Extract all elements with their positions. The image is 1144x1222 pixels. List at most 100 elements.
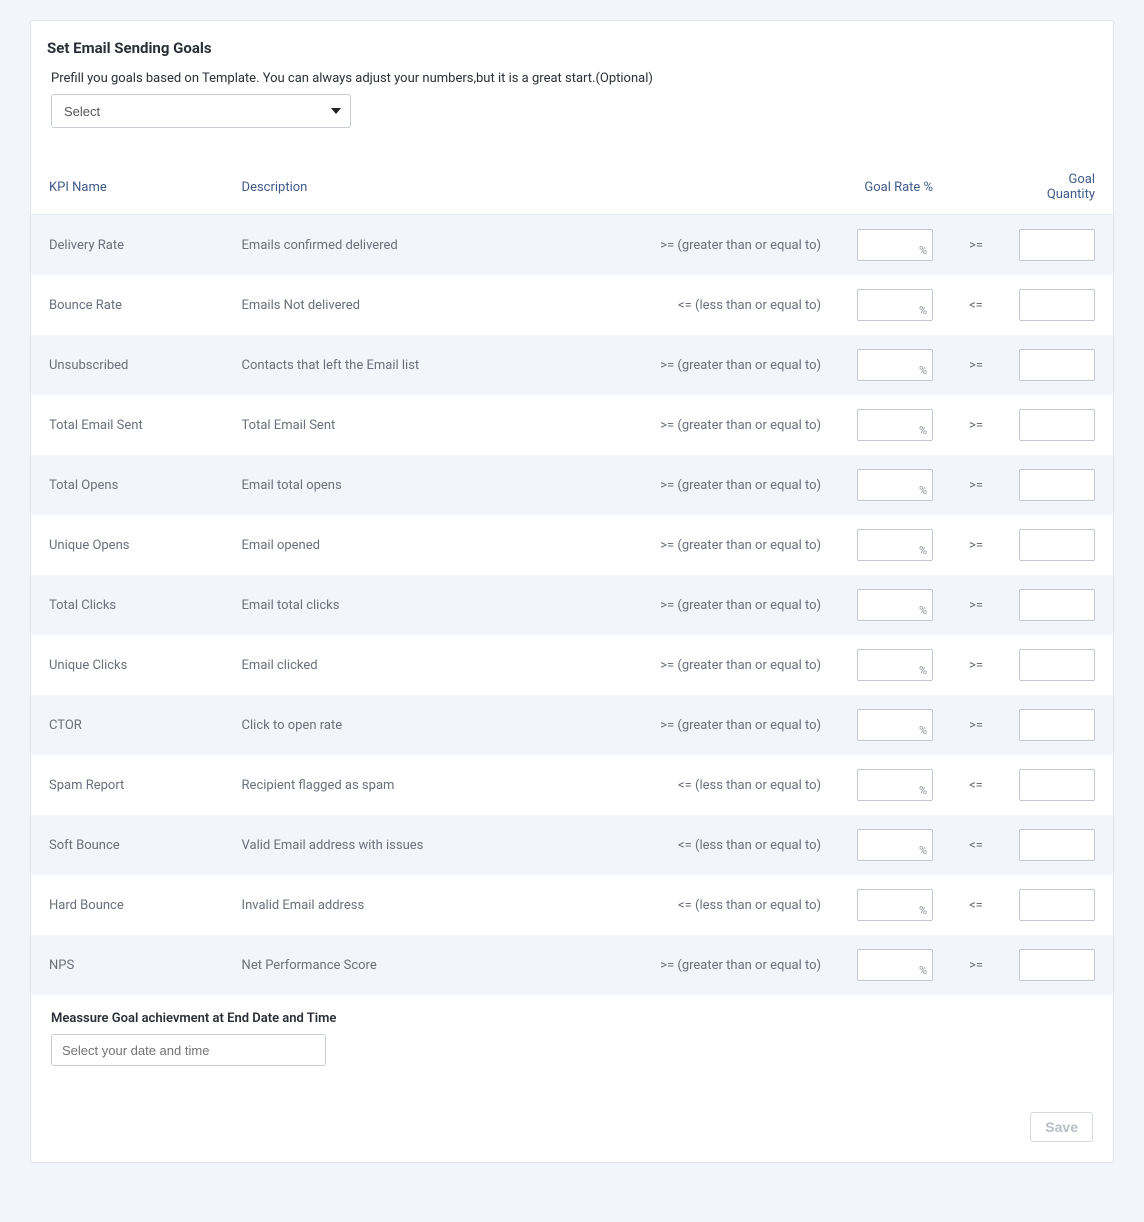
operator2-cell: >= — [951, 335, 1001, 395]
operator2-cell: >= — [951, 395, 1001, 455]
goal-rate-cell: % — [839, 635, 951, 695]
operator-cell: >= (greater than or equal to) — [547, 395, 839, 455]
table-row: Total Email SentTotal Email Sent>= (grea… — [31, 395, 1113, 455]
operator2-symbol: >= — [969, 598, 983, 613]
operator-cell: >= (greater than or equal to) — [547, 335, 839, 395]
operator2-cell: >= — [951, 635, 1001, 695]
goal-qty-input[interactable] — [1019, 889, 1095, 921]
goal-rate-input[interactable] — [857, 349, 933, 381]
goal-rate-input[interactable] — [857, 769, 933, 801]
measure-label: Meassure Goal achievment at End Date and… — [51, 1011, 1093, 1026]
goal-qty-input[interactable] — [1019, 289, 1095, 321]
save-button[interactable]: Save — [1030, 1112, 1093, 1142]
goal-rate-cell: % — [839, 275, 951, 335]
goal-qty-input[interactable] — [1019, 649, 1095, 681]
footer-row: Save — [31, 1082, 1113, 1142]
kpi-desc-cell: Valid Email address with issues — [224, 815, 547, 875]
table-row: Total OpensEmail total opens>= (greater … — [31, 455, 1113, 515]
goal-rate-input[interactable] — [857, 469, 933, 501]
goal-qty-input[interactable] — [1019, 469, 1095, 501]
goal-rate-input-wrap: % — [857, 769, 933, 801]
goal-qty-input-wrap — [1019, 839, 1095, 854]
goal-rate-input[interactable] — [857, 949, 933, 981]
date-time-input[interactable] — [51, 1034, 326, 1066]
goal-rate-input[interactable] — [857, 709, 933, 741]
goal-qty-input-wrap — [1019, 959, 1095, 974]
goal-qty-input[interactable] — [1019, 709, 1095, 741]
operator2-symbol: >= — [969, 958, 983, 973]
card-title: Set Email Sending Goals — [31, 39, 1113, 71]
header-description: Description — [224, 160, 547, 215]
goal-rate-cell: % — [839, 755, 951, 815]
goal-rate-input-wrap: % — [857, 409, 933, 441]
operator2-cell: <= — [951, 275, 1001, 335]
goal-rate-input[interactable] — [857, 289, 933, 321]
table-row: Total ClicksEmail total clicks>= (greate… — [31, 575, 1113, 635]
template-select[interactable]: Select — [51, 94, 351, 128]
kpi-name-cell: Unsubscribed — [31, 335, 224, 395]
header-goal-qty: Goal Quantity — [1001, 160, 1113, 215]
operator-cell: <= (less than or equal to) — [547, 275, 839, 335]
kpi-desc-cell: Emails confirmed delivered — [224, 215, 547, 276]
goal-qty-cell — [1001, 635, 1113, 695]
goal-qty-cell — [1001, 215, 1113, 276]
goal-rate-input[interactable] — [857, 409, 933, 441]
kpi-desc-cell: Invalid Email address — [224, 875, 547, 935]
operator-cell: <= (less than or equal to) — [547, 755, 839, 815]
goal-qty-input[interactable] — [1019, 949, 1095, 981]
goal-qty-input[interactable] — [1019, 769, 1095, 801]
goal-qty-input[interactable] — [1019, 589, 1095, 621]
goal-rate-input[interactable] — [857, 589, 933, 621]
goal-qty-cell — [1001, 875, 1113, 935]
goal-qty-input-wrap — [1019, 359, 1095, 374]
table-row: Unique OpensEmail opened>= (greater than… — [31, 515, 1113, 575]
operator2-symbol: >= — [969, 718, 983, 733]
goal-qty-cell — [1001, 335, 1113, 395]
kpi-name-cell: Unique Clicks — [31, 635, 224, 695]
operator2-cell: >= — [951, 215, 1001, 276]
goal-qty-input-wrap — [1019, 299, 1095, 314]
goal-qty-input-wrap — [1019, 599, 1095, 614]
kpi-name-cell: Total Opens — [31, 455, 224, 515]
goal-qty-input-wrap — [1019, 779, 1095, 794]
goal-qty-input[interactable] — [1019, 829, 1095, 861]
template-select-wrap: Select — [51, 94, 351, 128]
goal-qty-input-wrap — [1019, 899, 1095, 914]
goal-qty-cell — [1001, 815, 1113, 875]
goal-qty-input[interactable] — [1019, 349, 1095, 381]
goal-qty-cell — [1001, 455, 1113, 515]
goal-rate-input-wrap: % — [857, 349, 933, 381]
operator-cell: >= (greater than or equal to) — [547, 215, 839, 276]
kpi-desc-cell: Email total clicks — [224, 575, 547, 635]
goal-rate-input[interactable] — [857, 229, 933, 261]
goal-rate-input-wrap: % — [857, 229, 933, 261]
goal-rate-input-wrap: % — [857, 889, 933, 921]
goal-qty-input[interactable] — [1019, 409, 1095, 441]
prefill-description: Prefill you goals based on Template. You… — [51, 71, 1093, 86]
operator2-cell: >= — [951, 515, 1001, 575]
operator2-cell: >= — [951, 935, 1001, 995]
goal-qty-input-wrap — [1019, 659, 1095, 674]
operator2-symbol: >= — [969, 238, 983, 253]
goal-qty-input[interactable] — [1019, 529, 1095, 561]
goal-rate-cell: % — [839, 395, 951, 455]
operator2-symbol: >= — [969, 418, 983, 433]
kpi-name-cell: Total Email Sent — [31, 395, 224, 455]
goal-rate-input[interactable] — [857, 829, 933, 861]
kpi-desc-cell: Emails Not delivered — [224, 275, 547, 335]
goal-rate-input[interactable] — [857, 649, 933, 681]
goal-qty-input[interactable] — [1019, 229, 1095, 261]
goal-rate-cell: % — [839, 815, 951, 875]
prefill-row: Prefill you goals based on Template. You… — [31, 71, 1113, 138]
kpi-desc-cell: Net Performance Score — [224, 935, 547, 995]
goal-rate-cell: % — [839, 215, 951, 276]
goal-rate-input[interactable] — [857, 529, 933, 561]
kpi-desc-cell: Contacts that left the Email list — [224, 335, 547, 395]
goal-rate-input-wrap: % — [857, 649, 933, 681]
goal-qty-cell — [1001, 755, 1113, 815]
operator-cell: >= (greater than or equal to) — [547, 635, 839, 695]
operator2-symbol: >= — [969, 658, 983, 673]
goal-rate-input-wrap: % — [857, 529, 933, 561]
goal-qty-cell — [1001, 575, 1113, 635]
goal-rate-input[interactable] — [857, 889, 933, 921]
